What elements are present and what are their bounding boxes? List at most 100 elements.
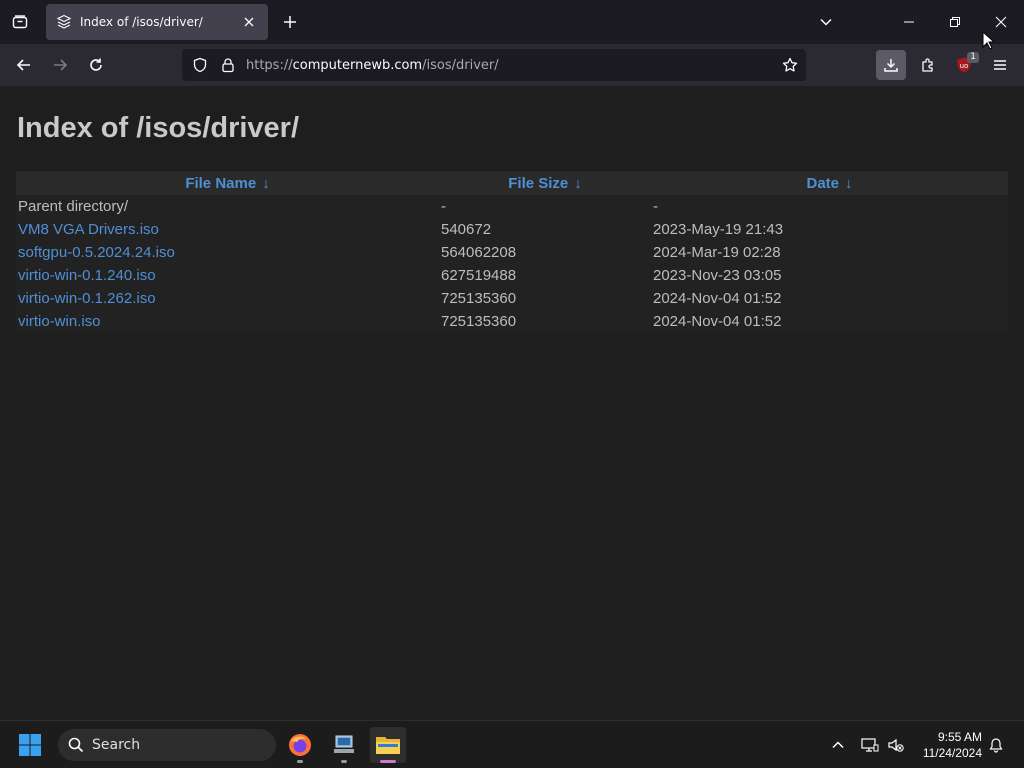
url-path: /isos/driver/ [422, 57, 499, 73]
file-name-cell: softgpu-0.5.2024.24.iso [16, 241, 439, 264]
file-date-cell: 2023-May-19 21:43 [653, 221, 784, 238]
url-text[interactable]: https://computernewb.com/isos/driver/ [246, 58, 499, 73]
tracking-protection-shield-icon[interactable] [190, 55, 210, 75]
list-all-tabs-button[interactable] [812, 8, 840, 36]
arrow-right-icon [54, 59, 68, 71]
file-size-cell: - [441, 198, 446, 215]
file-name-cell: virtio-win-0.1.240.iso [16, 264, 439, 287]
taskbar: Search 9:55 AM 11/24/2024 [0, 720, 1024, 768]
file-size-cell: 564062208 [441, 244, 517, 261]
minimize-button[interactable] [886, 0, 932, 44]
url-host: computernewb.com [292, 57, 423, 73]
file-date-cell: 2023-Nov-23 03:05 [653, 267, 782, 284]
table-body: Parent directory/ - - VM8 VGA Drivers.iso 54… [16, 195, 1008, 333]
sort-arrow-icon: ↓ [574, 174, 582, 192]
volume-muted-button[interactable] [884, 733, 908, 757]
arrow-left-icon [16, 59, 30, 71]
chevron-up-icon [832, 741, 844, 749]
running-indicator [341, 760, 347, 763]
start-button[interactable] [18, 733, 42, 757]
reload-icon [90, 58, 102, 71]
search-label: Search [92, 737, 141, 753]
puzzle-icon [922, 58, 933, 72]
plus-icon [284, 16, 296, 28]
table-row: Parent directory/ - - [16, 195, 1008, 218]
reload-button[interactable] [81, 50, 111, 80]
table-header-row: File Name ↓ File Size ↓ Date ↓ [16, 171, 1008, 195]
column-header-label: File Name [185, 174, 257, 192]
restore-icon [950, 17, 960, 27]
restore-button[interactable] [932, 0, 978, 44]
close-icon [244, 17, 254, 27]
bookmark-star-button[interactable] [778, 53, 802, 77]
new-tab-button[interactable] [276, 8, 304, 36]
table-row: virtio-win.iso 725135360 2024-Nov-04 01:52 [16, 310, 1008, 333]
chevron-down-icon [820, 18, 832, 26]
back-button[interactable] [9, 50, 39, 80]
table-row: virtio-win-0.1.240.iso 627519488 2023-Nov-… [16, 264, 1008, 287]
hamburger-menu-icon [994, 60, 1006, 70]
column-header-file-name[interactable]: File Name ↓ [16, 171, 439, 195]
search-icon [68, 737, 84, 753]
tab-active[interactable]: Index of /isos/driver/ [46, 4, 268, 40]
extension-badge: 1 [967, 52, 979, 63]
file-link[interactable]: virtio-win-0.1.240.iso [18, 267, 156, 284]
clock-date: 11/24/2024 [922, 746, 982, 760]
minimize-icon [904, 21, 914, 23]
extensions-button[interactable] [913, 50, 943, 80]
taskbar-computer-app[interactable] [326, 727, 362, 763]
speaker-muted-icon [888, 738, 904, 752]
file-name-cell: Parent directory/ [18, 198, 129, 215]
show-hidden-icons-button[interactable] [826, 733, 850, 757]
file-name-cell: virtio-win.iso [16, 310, 439, 333]
taskbar-search-box[interactable]: Search [58, 729, 276, 761]
sort-arrow-icon: ↓ [262, 174, 270, 192]
table-row: virtio-win-0.1.262.iso 725135360 2024-Nov-… [16, 287, 1008, 310]
running-indicator [297, 760, 303, 763]
column-header-file-size[interactable]: File Size ↓ [439, 171, 651, 195]
firefox-view-button[interactable] [6, 8, 34, 36]
column-header-label: File Size [508, 174, 569, 192]
app-menu-button[interactable] [985, 50, 1015, 80]
notifications-button[interactable] [984, 733, 1008, 757]
ublock-extension-button[interactable]: uo 1 [949, 50, 979, 80]
file-date-cell: 2024-Mar-19 02:28 [653, 244, 781, 261]
file-name-cell: virtio-win-0.1.262.iso [16, 287, 439, 310]
taskbar-firefox[interactable] [282, 727, 318, 763]
firefox-icon [289, 734, 311, 756]
system-clock[interactable]: 9:55 AM 11/24/2024 [912, 729, 982, 761]
clock-time: 9:55 AM [937, 730, 982, 744]
network-status-button[interactable] [858, 733, 882, 757]
file-size-cell: 540672 [441, 221, 492, 238]
column-header-date[interactable]: Date ↓ [651, 171, 1008, 195]
close-icon [995, 16, 1007, 28]
file-link[interactable]: softgpu-0.5.2024.24.iso [18, 244, 175, 261]
page-title: Index of /isos/driver/ [17, 112, 300, 144]
windows-logo-icon [19, 734, 41, 756]
downloads-button[interactable] [876, 50, 906, 80]
network-display-icon [861, 738, 879, 752]
page-content: Index of /isos/driver/ File Name ↓ File S… [0, 86, 1024, 720]
file-size-cell: 725135360 [441, 313, 517, 330]
running-indicator [380, 760, 396, 763]
file-name-cell: VM8 VGA Drivers.iso [16, 218, 439, 241]
tab-title: Index of /isos/driver/ [80, 15, 203, 29]
url-bar[interactable]: https://computernewb.com/isos/driver/ [182, 49, 806, 81]
forward-button[interactable] [45, 50, 75, 80]
file-link[interactable]: virtio-win.iso [18, 313, 101, 330]
star-icon [782, 57, 798, 72]
file-link[interactable]: virtio-win-0.1.262.iso [18, 290, 156, 307]
svg-text:uo: uo [960, 62, 969, 70]
taskbar-file-explorer[interactable] [370, 727, 406, 763]
computer-icon [334, 735, 354, 753]
lock-icon[interactable] [218, 55, 238, 75]
firefox-view-icon [12, 15, 28, 29]
table-row: softgpu-0.5.2024.24.iso 564062208 2024-Mar… [16, 241, 1008, 264]
folder-stack-icon [56, 14, 72, 30]
file-link[interactable]: VM8 VGA Drivers.iso [18, 221, 159, 238]
file-size-cell: 627519488 [441, 267, 517, 284]
mouse-cursor-icon [982, 31, 994, 50]
sort-arrow-icon: ↓ [845, 174, 853, 192]
tab-close-button[interactable] [240, 13, 258, 31]
screen: Index of /isos/driver/ https://computern… [0, 0, 1024, 768]
